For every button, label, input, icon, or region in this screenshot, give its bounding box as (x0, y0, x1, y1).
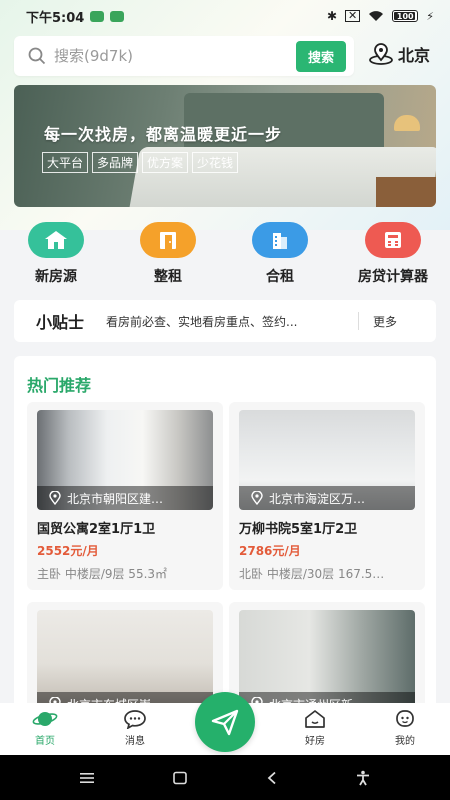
face-icon (396, 710, 414, 727)
new-house-icon (28, 222, 84, 258)
tips-text[interactable]: 看房前必查、实地看房重点、签约... (106, 313, 346, 330)
door-icon (140, 222, 196, 258)
send-icon (211, 709, 239, 736)
listing-photo: 北京市海淀区万… (239, 410, 415, 510)
banner-tag: 大平台 (42, 152, 89, 173)
system-nav-bar (0, 755, 450, 800)
charging-icon: ⚡ (426, 9, 434, 23)
battery-icon: 100 (392, 10, 419, 22)
category-new-listings[interactable]: 新房源 (0, 222, 112, 286)
category-row: 新房源 整租 合租 房贷计算器 (0, 222, 450, 286)
nav-good-houses[interactable]: 好房 (270, 703, 360, 755)
search-bar[interactable]: 搜索 (14, 36, 354, 76)
listing-price: 2552元/月 (37, 544, 99, 558)
notification-icon (90, 10, 105, 22)
banner-tags: 大平台 多品牌 优方案 少花钱 (42, 152, 239, 173)
banner-title: 每一次找房，都离温暖更近一步 (44, 125, 283, 144)
tips-title: 小贴士 (36, 313, 85, 332)
nav-label: 好房 (305, 736, 325, 747)
banner-lamp (394, 115, 420, 131)
category-whole-rent[interactable]: 整租 (112, 222, 224, 286)
search-input[interactable] (54, 47, 296, 65)
planet-icon (32, 712, 58, 726)
building-icon (252, 222, 308, 258)
listing-location: 北京市海淀区万… (239, 486, 415, 510)
nav-messages[interactable]: 消息 (90, 703, 180, 755)
banner-tag: 优方案 (142, 152, 189, 173)
listing-card[interactable]: 北京市朝阳区建… 国贸公寓2室1厅1卫 2552元/月 主卧 中楼层/9层 55… (27, 402, 223, 590)
banner-tag: 少花钱 (192, 152, 239, 173)
banner-nightstand (376, 177, 436, 207)
accessibility-icon[interactable] (355, 770, 371, 786)
location-pin-icon (369, 43, 393, 65)
listing-photo: 北京市通州区新… (239, 610, 415, 716)
nav-label: 我的 (395, 736, 415, 747)
listing-meta: 北卧 中楼层/30层 167.5… (239, 567, 385, 581)
listing-card[interactable]: 北京市通州区新… (229, 602, 425, 716)
category-label: 合租 (266, 269, 294, 285)
listing-photo: 北京市朝阳区建… (37, 410, 213, 510)
back-icon[interactable] (266, 771, 278, 785)
listing-meta: 主卧 中楼层/9层 55.3㎡ (37, 567, 168, 581)
listing-location: 北京市朝阳区建… (37, 486, 213, 510)
city-selector[interactable]: 北京 (368, 42, 430, 66)
menu-icon[interactable] (79, 772, 95, 784)
notification-icon (110, 10, 125, 22)
house-icon (305, 710, 325, 728)
nav-home[interactable]: 首页 (0, 703, 90, 755)
category-label: 房贷计算器 (358, 269, 428, 285)
nav-label: 首页 (35, 736, 55, 747)
category-label: 整租 (154, 269, 182, 285)
banner-tag: 多品牌 (92, 152, 139, 173)
tips-bar[interactable]: 小贴士 看房前必查、实地看房重点、签约... 更多 (14, 300, 436, 342)
listing-card[interactable]: 北京市海淀区万… 万柳书院5室1厅2卫 2786元/月 北卧 中楼层/30层 1… (229, 402, 425, 590)
listing-photo: 北京市东城区崇… (37, 610, 213, 716)
category-mortgage-calculator[interactable]: 房贷计算器 (336, 222, 450, 286)
nav-label: 消息 (125, 736, 145, 747)
chat-icon (124, 710, 146, 729)
sim-off-icon: ✕ (345, 10, 361, 22)
search-icon (28, 47, 46, 65)
bluetooth-icon: ✱ (326, 9, 338, 23)
home-square-icon[interactable] (172, 771, 188, 785)
location-pin-icon (49, 491, 61, 505)
divider (358, 312, 360, 330)
city-label: 北京 (398, 46, 431, 65)
location-pin-icon (251, 491, 263, 505)
listing-price: 2786元/月 (239, 544, 301, 558)
nav-profile[interactable]: 我的 (360, 703, 450, 755)
status-time: 下午5:04 (26, 10, 85, 26)
listing-card[interactable]: 北京市东城区崇… (27, 602, 223, 716)
promo-banner[interactable]: 每一次找房，都离温暖更近一步 大平台 多品牌 优方案 少花钱 (14, 85, 436, 207)
search-button[interactable]: 搜索 (295, 40, 346, 72)
hot-recommendations: 热门推荐 北京市朝阳区建… 国贸公寓2室1厅1卫 2552元/月 主卧 中楼层/… (14, 356, 436, 716)
calculator-icon (365, 222, 421, 258)
section-title: 热门推荐 (27, 376, 92, 395)
send-button[interactable] (195, 692, 255, 752)
tips-more-link[interactable]: 更多 (373, 313, 397, 330)
listing-title: 国贸公寓2室1厅1卫 (37, 522, 156, 537)
category-label: 新房源 (35, 269, 77, 285)
wifi-icon (369, 11, 384, 21)
listing-title: 万柳书院5室1厅2卫 (239, 522, 358, 537)
category-shared-rent[interactable]: 合租 (224, 222, 336, 286)
status-bar: 下午5:04 ✱ ✕ 100 ⚡ (0, 0, 450, 32)
